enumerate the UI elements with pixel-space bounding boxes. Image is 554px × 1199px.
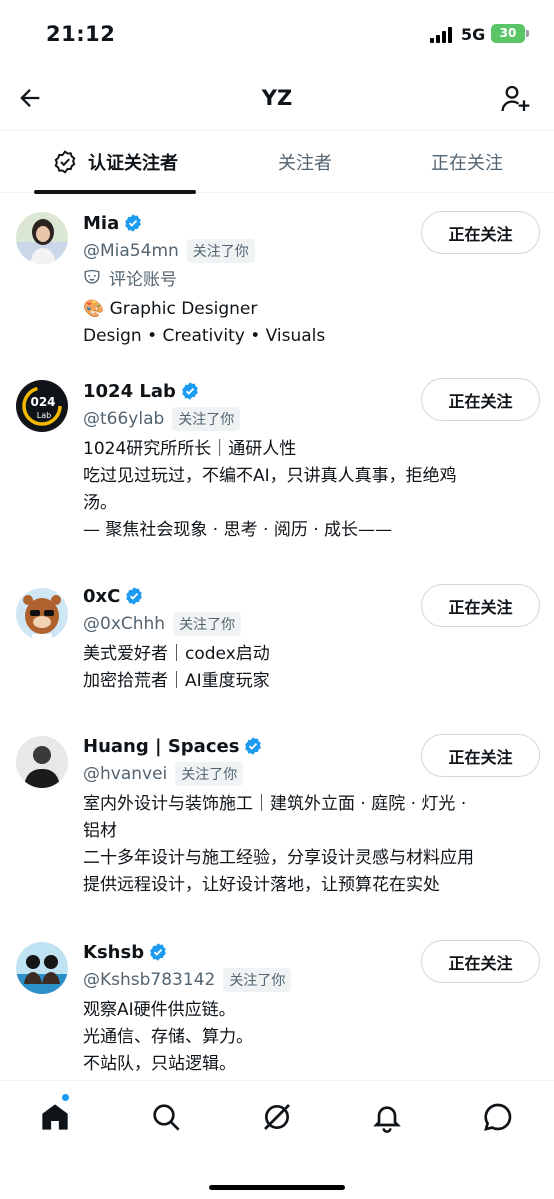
search-icon — [153, 1104, 180, 1131]
add-user-icon — [501, 85, 530, 112]
verified-icon — [243, 736, 263, 756]
verified-icon — [123, 213, 143, 233]
tab-label: 关注者 — [278, 153, 332, 174]
tab-label: 认证关注者 — [88, 153, 178, 174]
avatar[interactable] — [16, 736, 68, 788]
user-row[interactable]: Mia @Mia54mn 关注了你 评论账号 🎨 Graphic Designe… — [0, 210, 554, 360]
page-title: YZ — [261, 86, 293, 110]
verified-icon — [148, 942, 168, 962]
verified-icon — [180, 381, 200, 401]
user-bio: 1024研究所所长｜通研人性 吃过见过玩过，不编不AI，只讲真人真事，拒绝鸡 汤… — [83, 439, 457, 540]
home-indicator — [209, 1185, 345, 1190]
avatar[interactable]: 024 Lab — [16, 380, 68, 432]
network-label: 5G — [461, 25, 486, 44]
following-button[interactable]: 正在关注 — [421, 378, 540, 421]
verified-icon — [124, 586, 144, 606]
user-bio: 🎨 Graphic Designer Design • Creativity •… — [83, 299, 326, 346]
user-row[interactable]: Kshsb @Kshsb783142 关注了你 观察AI硬件供应链。 光通信、存… — [0, 939, 554, 1079]
user-handle: @Kshsb783142 — [83, 970, 216, 990]
user-handle: @t66ylab — [83, 409, 165, 429]
comment-account-label: 评论账号 — [109, 269, 177, 290]
tab-bar: 认证关注者 关注者 正在关注 — [0, 130, 554, 194]
user-handle: @0xChhh — [83, 614, 166, 634]
user-row[interactable]: 024 Lab 1024 Lab @t66ylab 关注了你 1024研究所所长… — [0, 378, 554, 553]
notifications-icon — [373, 1106, 401, 1133]
following-button[interactable]: 正在关注 — [421, 584, 540, 627]
tab-verified-followers[interactable]: 认证关注者 — [0, 131, 230, 194]
user-name[interactable]: 1024 Lab — [83, 381, 176, 402]
follows-you-badge: 关注了你 — [175, 762, 244, 786]
add-user-button[interactable] — [496, 79, 536, 119]
tab-following[interactable]: 正在关注 — [380, 131, 554, 193]
following-button[interactable]: 正在关注 — [421, 940, 540, 983]
user-handle: @hvanvei — [83, 764, 168, 784]
svg-text:024: 024 — [30, 395, 55, 409]
notification-dot — [61, 1093, 70, 1102]
avatar[interactable] — [16, 212, 68, 264]
messages-icon — [484, 1103, 512, 1131]
following-button[interactable]: 正在关注 — [421, 211, 540, 254]
follows-you-badge: 关注了你 — [173, 612, 242, 636]
svg-text:Lab: Lab — [37, 411, 51, 420]
user-name[interactable]: Huang | Spaces — [83, 736, 239, 757]
nav-messages[interactable] — [476, 1095, 520, 1139]
tab-followers[interactable]: 关注者 — [230, 131, 380, 193]
status-time: 21:12 — [46, 22, 116, 46]
user-name[interactable]: Kshsb — [83, 942, 144, 963]
user-bio: 观察AI硬件供应链。 光通信、存储、算力。 不站队，只站逻辑。 — [83, 1000, 253, 1074]
user-bio: 室内外设计与装饰施工｜建筑外立面 · 庭院 · 灯光 · 铝材 二十多年设计与施… — [83, 794, 474, 895]
nav-notifications[interactable] — [365, 1095, 409, 1139]
user-row[interactable]: Huang | Spaces @hvanvei 关注了你 室内外设计与装饰施工｜… — [0, 733, 554, 908]
follows-you-badge: 关注了你 — [223, 968, 292, 992]
home-icon — [42, 1104, 68, 1130]
signal-icon — [430, 27, 454, 43]
grok-icon — [264, 1104, 290, 1130]
nav-search[interactable] — [144, 1095, 188, 1139]
avatar[interactable] — [16, 942, 68, 994]
user-bio: 美式爱好者｜codex启动 加密拾荒者｜AI重度玩家 — [83, 644, 270, 691]
user-name[interactable]: Mia — [83, 213, 119, 234]
user-list: Mia @Mia54mn 关注了你 评论账号 🎨 Graphic Designe… — [0, 194, 554, 1080]
following-button[interactable]: 正在关注 — [421, 734, 540, 777]
nav-grok[interactable] — [255, 1095, 299, 1139]
tab-label: 正在关注 — [431, 153, 503, 174]
user-row[interactable]: 0xC @0xChhh 关注了你 美式爱好者｜codex启动 加密拾荒者｜AI重… — [0, 583, 554, 703]
nav-header: YZ — [0, 70, 554, 130]
battery-tip — [526, 30, 529, 37]
user-name[interactable]: 0xC — [83, 586, 120, 607]
bottom-nav — [0, 1080, 554, 1199]
nav-home[interactable] — [33, 1095, 77, 1139]
avatar[interactable] — [16, 588, 68, 640]
battery-icon: 30 — [491, 24, 525, 43]
comment-account-icon — [83, 268, 101, 286]
follows-you-badge: 关注了你 — [172, 407, 241, 431]
user-handle: @Mia54mn — [83, 241, 179, 261]
verified-badge-icon — [52, 149, 78, 175]
follows-you-badge: 关注了你 — [186, 239, 255, 263]
status-bar: 21:12 5G 30 — [0, 0, 554, 70]
